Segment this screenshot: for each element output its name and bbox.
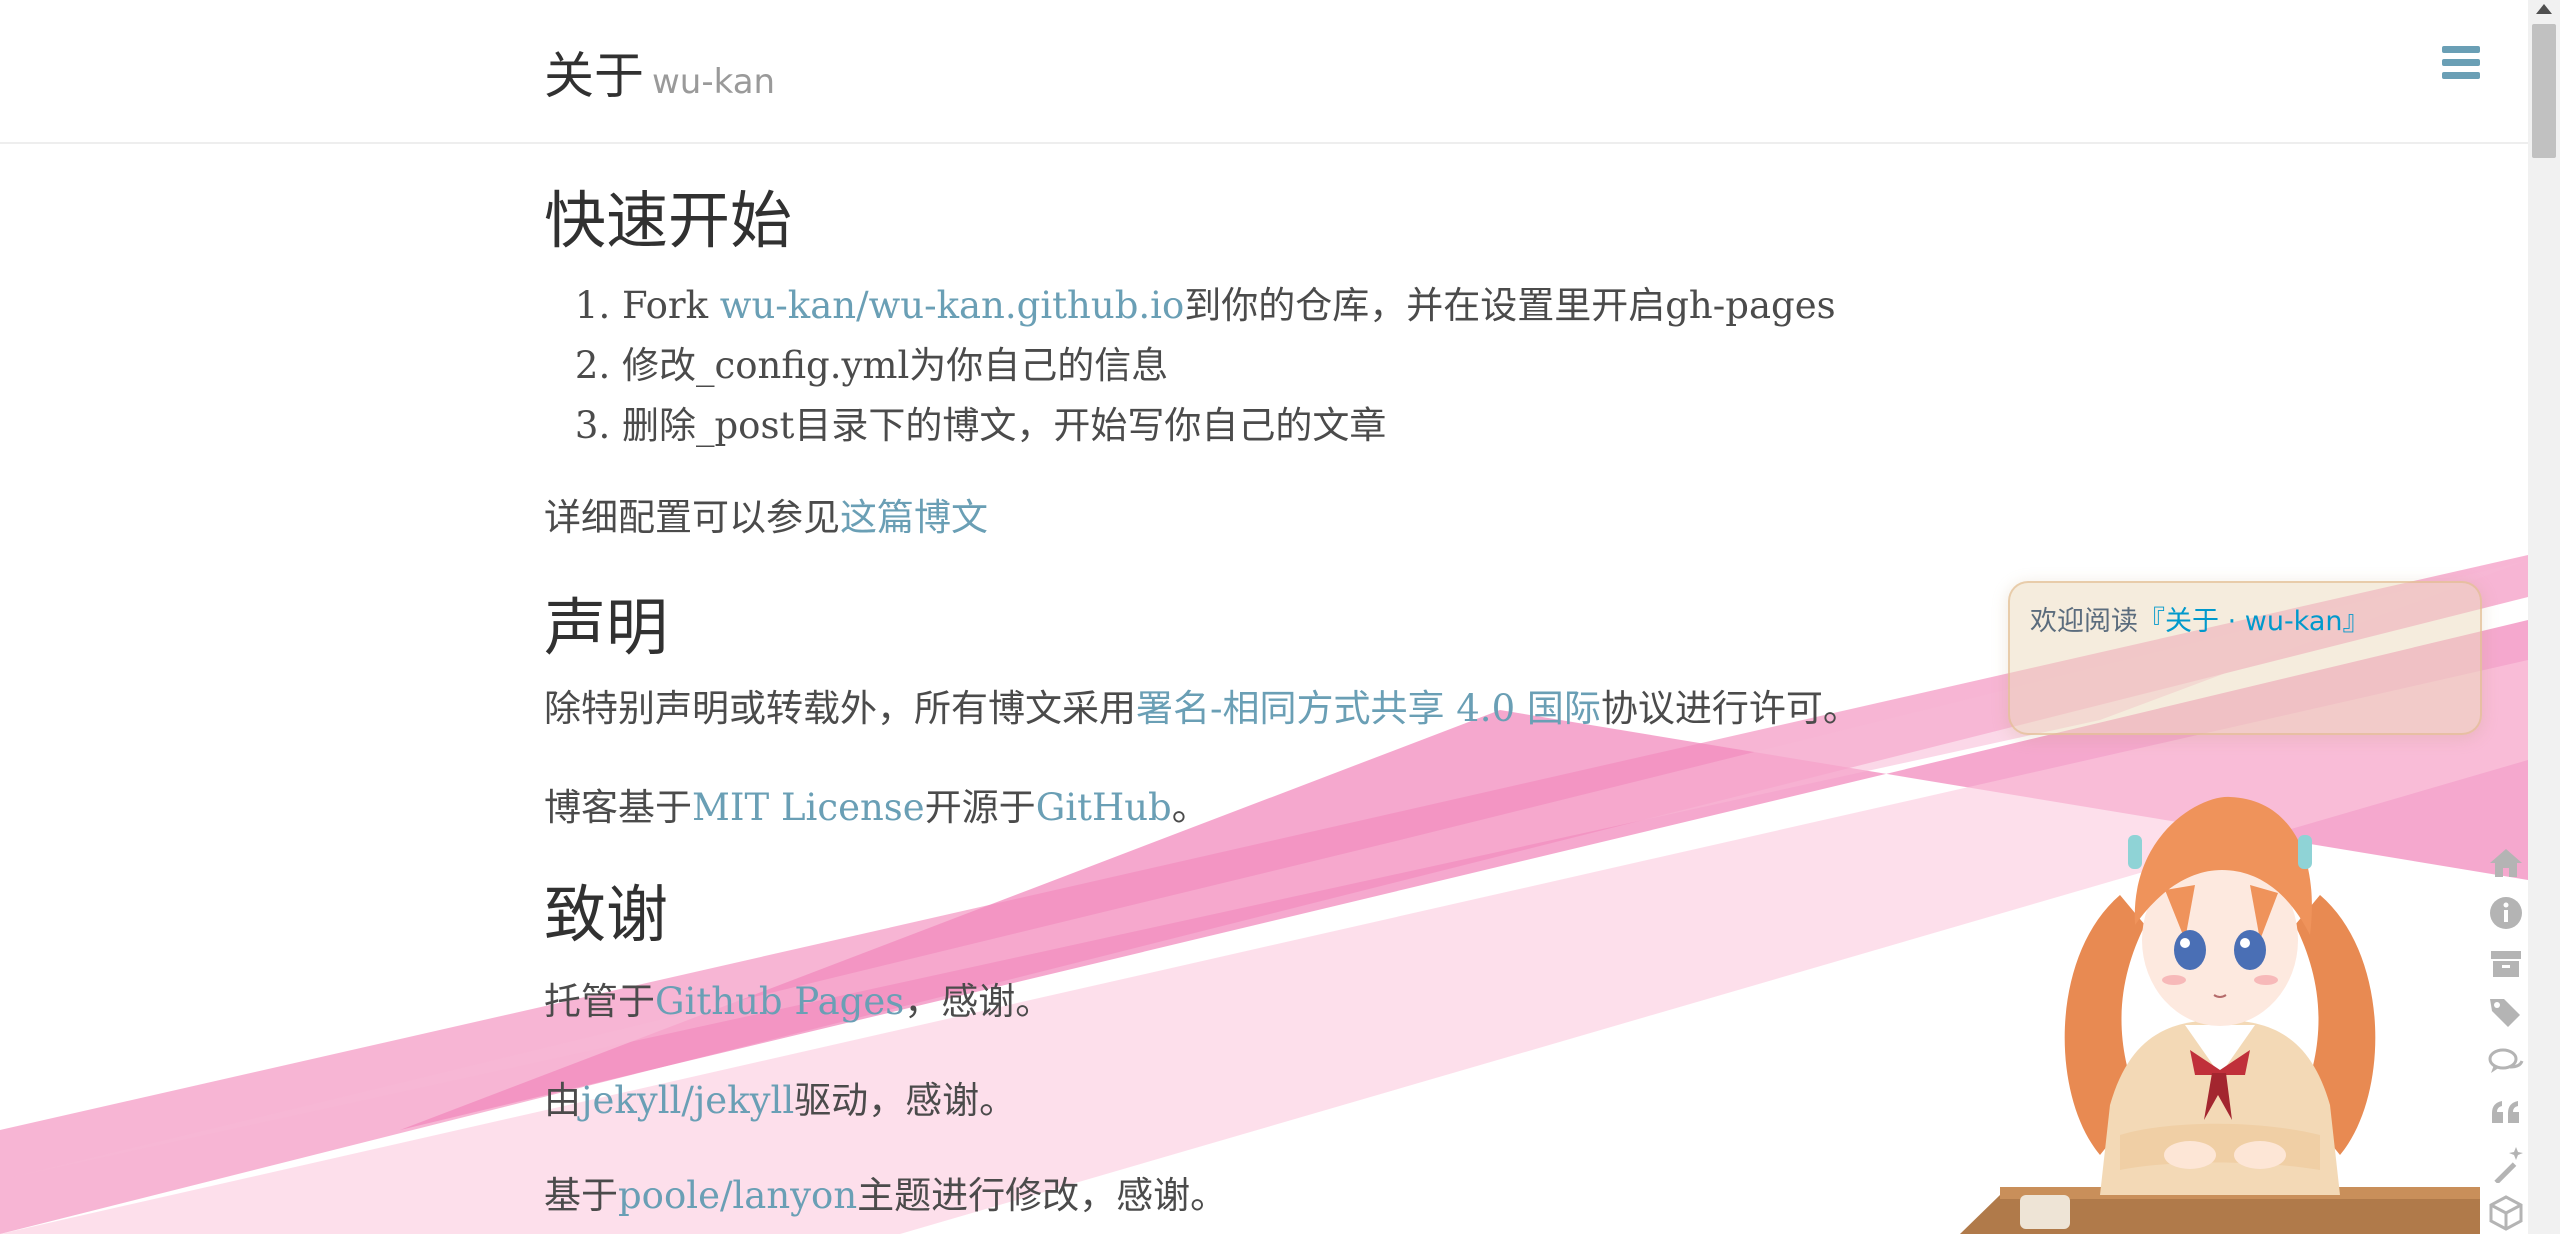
thanks-text: 主题进行修改，感谢。 bbox=[857, 1173, 1228, 1217]
jekyll-link[interactable]: jekyll/jekyll bbox=[581, 1079, 794, 1122]
license-text: 协议进行许可。 bbox=[1600, 687, 1860, 731]
thanks-text: 基于 bbox=[544, 1173, 618, 1217]
waifu-character-image[interactable] bbox=[1960, 775, 2480, 1234]
list-item: Fork wu-kan/wu-kan.github.io到你的仓库，并在设置里开… bbox=[622, 276, 2044, 336]
site-title[interactable]: 关于 wu-kan bbox=[544, 36, 775, 108]
license-text: 除特别声明或转载外，所有博文采用 bbox=[544, 687, 1136, 731]
detail-paragraph: 详细配置可以参见这篇博文 bbox=[544, 488, 2044, 547]
waifu-tip-bubble: 欢迎阅读『关于 · wu-kan』 bbox=[2008, 581, 2482, 735]
scroll-up-arrow[interactable] bbox=[2536, 4, 2552, 14]
magic-wand-icon[interactable] bbox=[2486, 1143, 2526, 1183]
waifu-toolbar bbox=[2486, 843, 2526, 1243]
step-text: Fork bbox=[622, 284, 720, 327]
masthead: 关于 wu-kan bbox=[0, 0, 2528, 144]
heading-quick-start: 快速开始 bbox=[544, 184, 793, 257]
post-content: 快速开始 Fork wu-kan/wu-kan.github.io到你的仓库，并… bbox=[544, 142, 2044, 1225]
list-item: 删除_post目录下的博文，开始写你自己的文章 bbox=[622, 396, 2044, 456]
hamburger-menu-icon[interactable] bbox=[2442, 46, 2480, 80]
thanks-text: 托管于 bbox=[544, 979, 655, 1023]
thanks-paragraph: 由jekyll/jekyll驱动，感谢。 bbox=[544, 1071, 2044, 1130]
thanks-text: ，感谢。 bbox=[904, 979, 1053, 1023]
info-icon[interactable] bbox=[2486, 893, 2526, 933]
steps-list: Fork wu-kan/wu-kan.github.io到你的仓库，并在设置里开… bbox=[544, 276, 2044, 456]
thanks-paragraph: 基于poole/lanyon主题进行修改，感谢。 bbox=[544, 1166, 2044, 1225]
comments-icon[interactable] bbox=[2486, 1043, 2526, 1083]
cube-icon[interactable] bbox=[2486, 1193, 2526, 1233]
quote-icon[interactable] bbox=[2486, 1093, 2526, 1133]
source-paragraph: 博客基于MIT License开源于GitHub。 bbox=[544, 778, 2044, 837]
home-icon[interactable] bbox=[2486, 843, 2526, 883]
thanks-paragraph: 托管于Github Pages，感谢。 bbox=[544, 972, 2044, 1031]
source-text: 博客基于 bbox=[544, 786, 692, 830]
archive-icon[interactable] bbox=[2486, 943, 2526, 983]
github-link[interactable]: GitHub bbox=[1036, 786, 1172, 829]
waifu-tip-text: 欢迎阅读 bbox=[2030, 606, 2138, 637]
repo-link[interactable]: wu-kan/wu-kan.github.io bbox=[720, 284, 1184, 327]
detail-text: 详细配置可以参见 bbox=[544, 496, 840, 539]
source-text: 开源于 bbox=[924, 786, 1036, 830]
waifu-tip-link[interactable]: 『关于 · wu-kan』 bbox=[2138, 606, 2370, 637]
thanks-text: 驱动，感谢。 bbox=[794, 1078, 1017, 1122]
tags-icon[interactable] bbox=[2486, 993, 2526, 1033]
lanyon-link[interactable]: poole/lanyon bbox=[618, 1174, 857, 1217]
license-paragraph: 除特别声明或转载外，所有博文采用署名-相同方式共享 4.0 国际协议进行许可。 bbox=[544, 679, 2044, 738]
step-text: 到你的仓库，并在设置里开启gh-pages bbox=[1184, 284, 1836, 327]
scrollbar-thumb[interactable] bbox=[2532, 24, 2556, 158]
blog-post-link[interactable]: 这篇博文 bbox=[840, 496, 988, 539]
cc-license-link[interactable]: 署名-相同方式共享 4.0 国际 bbox=[1136, 687, 1601, 730]
list-item: 修改_config.yml为你自己的信息 bbox=[622, 336, 2044, 396]
github-pages-link[interactable]: Github Pages bbox=[655, 980, 904, 1023]
site-title-main[interactable]: 关于 bbox=[544, 47, 644, 105]
thanks-text: 由 bbox=[544, 1078, 581, 1122]
site-title-subtitle[interactable]: wu-kan bbox=[652, 62, 775, 102]
source-text: 。 bbox=[1171, 786, 1209, 830]
heading-declaration: 声明 bbox=[544, 591, 669, 665]
mit-license-link[interactable]: MIT License bbox=[692, 786, 925, 829]
vertical-scrollbar[interactable] bbox=[2528, 0, 2560, 1234]
heading-thanks: 致谢 bbox=[544, 877, 669, 951]
